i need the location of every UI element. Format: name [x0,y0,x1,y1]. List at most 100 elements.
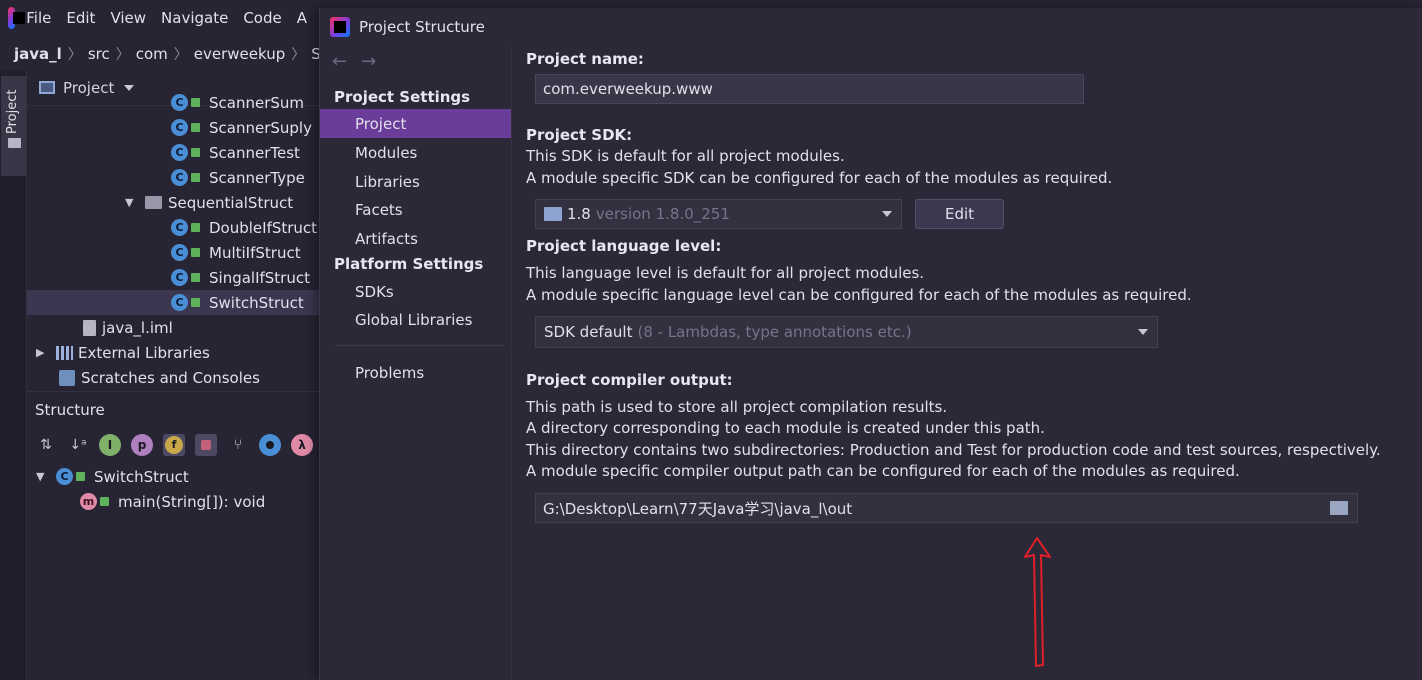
tree-item-scratches[interactable]: Scratches and Consoles [59,365,260,390]
folder-icon [8,138,21,148]
menu-code[interactable]: Code [243,9,281,27]
sdk-folder-icon [544,207,562,221]
menu-file[interactable]: File [26,9,51,27]
sidebar-item-sdks[interactable]: SDKs [320,277,511,306]
dialog-sidebar: ← → Project Settings Project Modules Lib… [320,45,512,680]
class-icon: C [171,244,188,261]
menu-navigate[interactable]: Navigate [161,9,228,27]
lock-icon [191,223,200,232]
sort-by-visibility-icon[interactable]: ⇅ [35,434,57,456]
project-tool-window: Project C ScannerSum C ScannerSuply C Sc… [27,70,322,390]
breadcrumb-separator-icon: 〉 [291,46,306,63]
structure-class-label: SwitchStruct [94,467,189,486]
browse-folder-icon[interactable] [1330,501,1348,515]
chevron-down-icon [882,211,892,217]
breadcrumb-item[interactable]: src [88,45,110,63]
menu-analyze[interactable]: A [297,9,307,27]
sidebar-divider [335,345,505,346]
compiler-output-path-input[interactable]: G:\Desktop\Learn\77天Java学习\java_l\out [535,493,1358,523]
compiler-output-path-value: G:\Desktop\Learn\77天Java学习\java_l\out [543,499,853,518]
sort-alphabetically-icon[interactable]: ↓ᵃ [67,434,89,456]
breadcrumb-item[interactable]: java_l [14,45,62,63]
sidebar-item-facets[interactable]: Facets [320,195,511,224]
show-fields-icon[interactable]: f [163,434,185,456]
history-navigation: ← → [332,51,376,72]
tree-item-label: SwitchStruct [209,293,304,312]
lock-icon [191,273,200,282]
structure-toolbar: ⇅ ↓ᵃ I p f ⑂ λ [27,428,322,462]
dialog-titlebar: Project Structure [320,8,1422,45]
tree-item-class[interactable]: C ScannerType [171,165,305,190]
tree-item-class-selected[interactable]: C SwitchStruct [27,290,322,315]
tree-item-class[interactable]: C SingalIfStruct [171,265,310,290]
tree-item-package[interactable]: ▼ SequentialStruct [125,190,293,215]
sidebar-item-global-libraries[interactable]: Global Libraries [320,305,511,334]
project-name-input[interactable]: com.everweekup.www [535,74,1084,104]
lambdas-icon[interactable]: λ [291,434,313,456]
tree-item-label: DoubleIfStruct [209,218,318,237]
project-sdk-description: This SDK is default for all project modu… [526,147,845,165]
language-level-description: A module specific language level can be … [526,286,1192,304]
structure-method-node[interactable]: m main(String[]): void [80,489,265,514]
project-settings-header: Project Settings [334,88,471,106]
tree-hierarchy-icon[interactable]: ⑂ [227,434,249,456]
project-sdk-select[interactable]: 1.8 version 1.8.0_251 [535,199,902,229]
tree-item-label: Scratches and Consoles [81,368,260,387]
forward-arrow-icon[interactable]: → [361,51,376,72]
anonymous-classes-icon[interactable] [259,434,281,456]
sidebar-item-libraries[interactable]: Libraries [320,167,511,196]
show-properties-icon[interactable]: p [131,434,153,456]
tree-item-class[interactable]: C MultiIfStruct [171,240,301,265]
project-view-label: Project [63,78,115,97]
tree-item-class[interactable]: C ScannerSum [171,90,304,115]
chevron-down-icon [124,84,135,91]
iml-file-icon [83,319,96,336]
menu-view[interactable]: View [110,9,146,27]
library-icon [56,345,73,360]
language-level-detail: (8 - Lambdas, type annotations etc.) [637,323,912,341]
language-level-select[interactable]: SDK default (8 - Lambdas, type annotatio… [535,316,1158,348]
lock-icon [100,497,109,506]
project-sdk-label: Project SDK: [526,126,633,144]
sidebar-item-problems[interactable]: Problems [320,358,511,387]
menu-bar: File Edit View Navigate Code A [0,0,322,36]
edit-sdk-button[interactable]: Edit [915,199,1004,229]
sidebar-item-project[interactable]: Project [320,109,511,138]
intellij-logo-icon [330,16,350,37]
breadcrumb-item[interactable]: com [136,45,168,63]
project-structure-dialog: Project Structure ← → Project Settings P… [319,8,1422,680]
sidebar-item-artifacts[interactable]: Artifacts [320,224,511,253]
language-level-description: This language level is default for all p… [526,264,925,282]
scratches-icon [59,369,75,386]
menu-edit[interactable]: Edit [66,9,95,27]
tree-item-file[interactable]: java_l.iml [83,315,173,340]
chevron-down-icon[interactable]: ▼ [125,196,139,209]
tree-item-label: MultiIfStruct [209,243,301,262]
tree-item-class[interactable]: C ScannerSuply [171,115,312,140]
lock-icon [191,98,200,107]
tree-item-class[interactable]: C DoubleIfStruct [171,215,317,240]
tree-item-external-libraries[interactable]: ▶ External Libraries [36,340,210,365]
chevron-right-icon[interactable]: ▶ [36,346,50,359]
chevron-down-icon[interactable]: ▼ [36,470,50,483]
class-icon: C [171,269,188,286]
breadcrumb-separator-icon: 〉 [67,46,82,63]
language-level-label: Project language level: [526,237,722,255]
tree-item-label: SingalIfStruct [209,268,310,287]
breadcrumb-item[interactable]: everweekup [194,45,285,63]
back-arrow-icon[interactable]: ← [332,51,347,72]
structure-class-node[interactable]: ▼ C SwitchStruct [36,464,189,489]
compiler-output-description: This directory contains two subdirectori… [526,441,1381,459]
structure-method-label: main(String[]): void [118,492,266,511]
show-inherited-icon[interactable]: I [99,434,121,456]
class-icon: C [171,119,188,136]
class-icon: C [171,94,188,111]
sidebar-item-modules[interactable]: Modules [320,138,511,167]
tree-item-class[interactable]: C ScannerTest [171,140,300,165]
class-icon: C [56,468,73,485]
tree-item-label: ScannerType [209,168,305,187]
structure-title: Structure [35,401,105,419]
show-non-public-icon[interactable] [195,434,217,456]
tree-item-label: ScannerTest [209,143,300,162]
project-tool-tab[interactable]: Project [1,76,26,176]
